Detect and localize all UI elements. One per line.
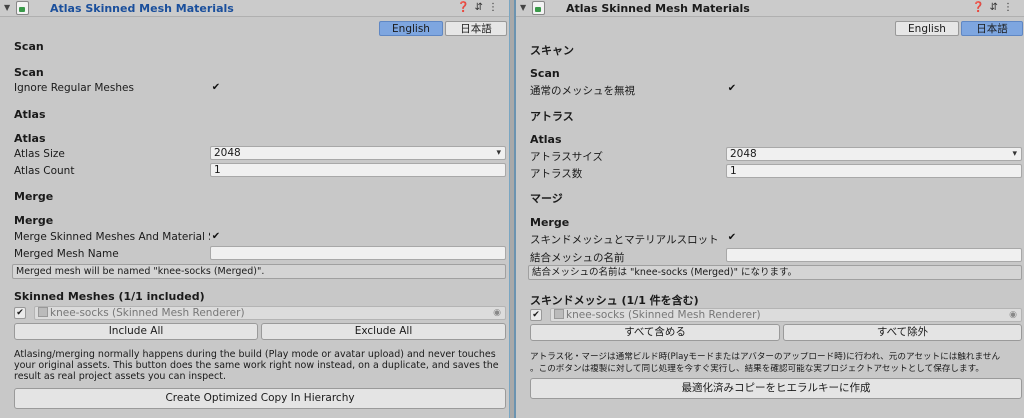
merge-subheading: Merge [530,216,570,229]
mesh-object-field[interactable]: knee-socks (Skinned Mesh Renderer) ◉ [550,308,1022,322]
language-japanese-button[interactable]: 日本語 [961,21,1023,36]
merge-skinned-label: スキンドメッシュとマテリアルスロット [530,234,719,246]
create-optimized-copy-button[interactable]: 最適化済みコピーをヒエラルキーに作成 [530,378,1022,399]
atlas-size-label: アトラスサイズ [530,151,603,163]
object-picker-icon[interactable]: ◉ [1009,309,1017,321]
bake-description: Atlasing/merging normally happens during… [14,349,499,382]
ignore-regular-checkbox[interactable]: ✔ [726,83,738,95]
atlas-size-value: 2048 [730,148,757,160]
create-optimized-copy-button[interactable]: Create Optimized Copy In Hierarchy [14,388,506,409]
atlas-count-field[interactable]: 1 [210,163,506,177]
merge-skinned-label: Merge Skinned Meshes And Material Sl [14,231,210,243]
header-icons: ❓⇵⋮ [457,2,503,13]
mesh-item-label: knee-socks (Skinned Mesh Renderer) [566,309,761,321]
atlas-subheading: Atlas [530,133,562,146]
mesh-object-field[interactable]: knee-socks (Skinned Mesh Renderer) ◉ [34,306,506,320]
language-english-button[interactable]: English [895,21,959,36]
fold-triangle-icon[interactable]: ▼ [4,3,10,12]
merged-mesh-name-field[interactable] [726,248,1022,262]
inspector-panel-japanese: ▼ Atlas Skinned Mesh Materials ❓⇵⋮ Engli… [514,0,1024,418]
mesh-include-checkbox[interactable]: ✔ [530,309,542,321]
scan-subheading: Scan [14,66,44,79]
scan-subheading: Scan [530,67,560,80]
component-header: ▼ Atlas Skinned Mesh Materials ❓⇵⋮ [516,0,1024,17]
ignore-regular-label: 通常のメッシュを無視 [530,85,635,97]
ignore-regular-checkbox[interactable]: ✔ [210,82,222,94]
include-all-button[interactable]: すべて含める [530,324,780,341]
header-icons: ❓⇵⋮ [972,2,1018,13]
merged-name-helpbox: Merged mesh will be named "knee-socks (M… [12,264,506,279]
object-picker-icon[interactable]: ◉ [493,307,501,319]
fold-triangle-icon[interactable]: ▼ [520,3,526,12]
include-all-button[interactable]: Include All [14,323,258,340]
merge-skinned-checkbox[interactable]: ✔ [726,232,738,244]
exclude-all-button[interactable]: すべて除外 [783,324,1022,341]
presets-icon[interactable]: ⇵ [990,2,1003,13]
merged-mesh-name-label: 結合メッシュの名前 [530,252,625,264]
merged-mesh-name-label: Merged Mesh Name [14,248,119,260]
merged-name-helpbox: 結合メッシュの名前は "knee-socks (Merged)" になります。 [528,265,1022,280]
mesh-include-checkbox[interactable]: ✔ [14,307,26,319]
skinned-meshes-heading: Skinned Meshes (1/1 included) [14,290,205,303]
component-title: Atlas Skinned Mesh Materials [566,2,750,15]
kebab-menu-icon[interactable]: ⋮ [488,2,503,13]
merge-subheading: Merge [14,214,54,227]
atlas-count-label: Atlas Count [14,165,75,177]
merge-skinned-checkbox[interactable]: ✔ [210,231,222,243]
language-japanese-button[interactable]: 日本語 [445,21,507,36]
help-icon[interactable]: ❓ [972,2,989,13]
atlas-count-field[interactable]: 1 [726,164,1022,178]
presets-icon[interactable]: ⇵ [475,2,488,13]
mesh-icon [38,307,48,317]
atlas-count-label: アトラス数 [530,168,583,180]
section-atlas-heading: Atlas [14,108,46,121]
merged-mesh-name-field[interactable] [210,246,506,260]
mesh-item-label: knee-socks (Skinned Mesh Renderer) [50,307,245,319]
mesh-icon [554,309,564,319]
ignore-regular-label: Ignore Regular Meshes [14,82,134,94]
component-title: Atlas Skinned Mesh Materials [50,2,234,15]
inspector-panel-english: ▼ Atlas Skinned Mesh Materials ❓⇵⋮ Engli… [0,0,510,418]
section-atlas-heading: アトラス [530,110,574,123]
section-scan-heading: スキャン [530,44,574,57]
exclude-all-button[interactable]: Exclude All [261,323,506,340]
component-header: ▼ Atlas Skinned Mesh Materials ❓⇵⋮ [0,0,509,17]
section-scan-heading: Scan [14,40,44,53]
atlas-size-value: 2048 [214,147,241,159]
section-merge-heading: マージ [530,192,563,205]
script-icon [16,1,29,15]
skinned-meshes-heading: スキンドメッシュ (1/1 件を含む) [530,294,699,307]
bake-description-line2: 。このボタンは複製に対して同じ処理を今すぐ実行し、結果を確認可能な実プロジェクト… [530,364,984,374]
script-icon [532,1,545,15]
atlas-subheading: Atlas [14,132,46,145]
section-merge-heading: Merge [14,190,54,203]
atlas-size-label: Atlas Size [14,148,65,160]
atlas-size-dropdown[interactable]: 2048 [726,147,1022,161]
bake-description-line1: アトラス化・マージは通常ビルド時(Playモードまたはアバターのアップロード時)… [530,352,1001,362]
language-english-button[interactable]: English [379,21,443,36]
help-icon[interactable]: ❓ [457,2,474,13]
atlas-size-dropdown[interactable]: 2048 [210,146,506,160]
kebab-menu-icon[interactable]: ⋮ [1003,2,1018,13]
